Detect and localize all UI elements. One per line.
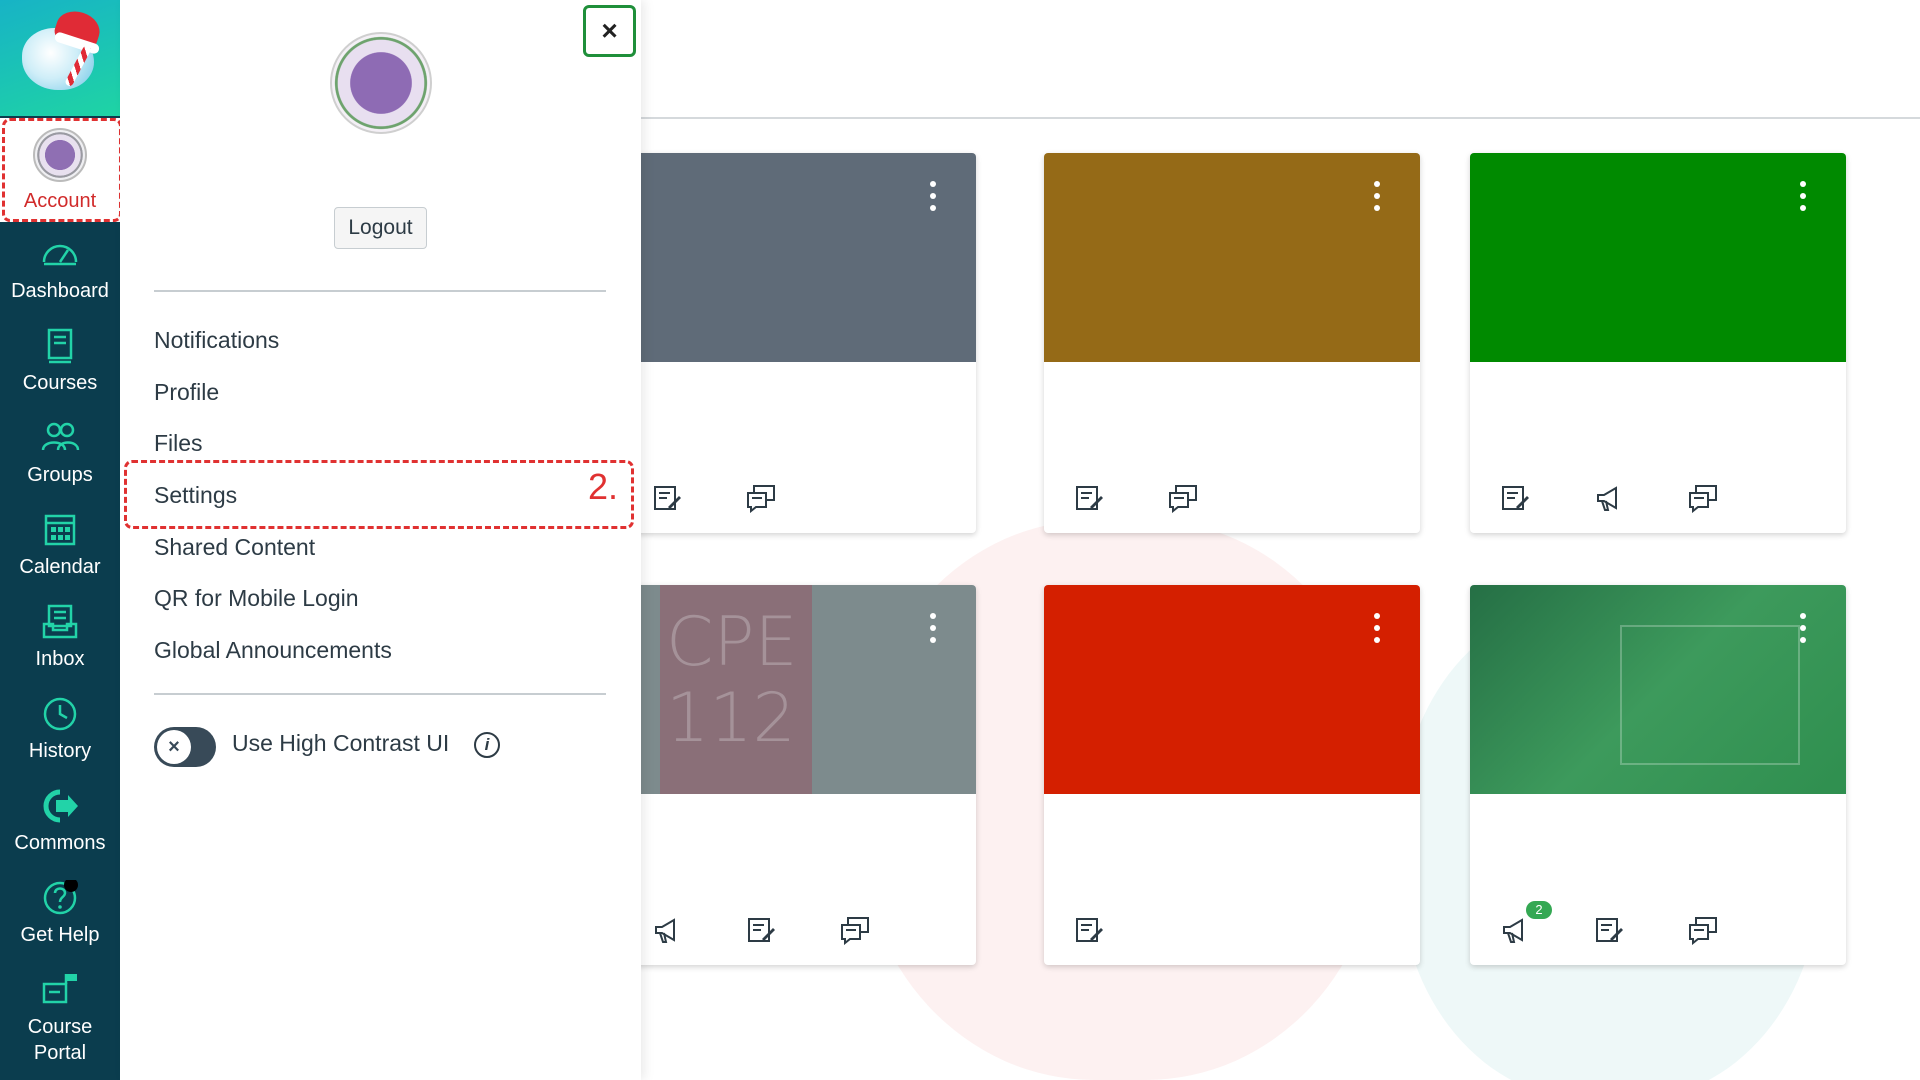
nav-item-dashboard[interactable]: Dashboard: [0, 236, 120, 304]
high-contrast-label[interactable]: Use High Contrast UI: [232, 730, 449, 757]
nav-item-commons[interactable]: Commons: [0, 788, 120, 856]
calendar-icon: [44, 514, 76, 546]
nav-item-label: Calendar: [19, 556, 101, 578]
nav-item-calendar[interactable]: Calendar: [0, 512, 120, 580]
commons-icon: [43, 789, 78, 823]
logout-button[interactable]: Logout: [334, 207, 427, 249]
card-options-icon[interactable]: [1800, 181, 1808, 215]
tray-link-global-announcements[interactable]: Global Announcements: [154, 635, 392, 665]
hero-graphic: [1620, 625, 1800, 765]
course-card[interactable]: [1044, 585, 1420, 965]
assignments-icon[interactable]: [1594, 915, 1624, 945]
card-options-icon[interactable]: [930, 181, 938, 215]
dashboard-icon: [42, 244, 78, 266]
help-icon: [43, 880, 78, 915]
courses-icon: [47, 328, 73, 364]
nav-item-label: Get Help: [20, 924, 100, 946]
account-tray: × Logout Notifications Profile Files Set…: [120, 0, 641, 1080]
nav-item-get-help[interactable]: Get Help: [0, 880, 120, 948]
tray-link-qr-mobile-login[interactable]: QR for Mobile Login: [154, 583, 359, 613]
discussions-icon[interactable]: [1168, 483, 1198, 513]
discussions-icon[interactable]: [840, 915, 870, 945]
assignments-icon[interactable]: [1074, 483, 1104, 513]
card-options-icon[interactable]: [1800, 613, 1808, 647]
nav-item-course-portal[interactable]: Course Portal: [0, 972, 120, 1066]
inbox-icon: [42, 604, 78, 639]
tray-link-notifications[interactable]: Notifications: [154, 325, 279, 355]
annotation-highlight-account: [2, 118, 122, 222]
discussions-icon[interactable]: [1688, 915, 1718, 945]
info-icon[interactable]: i: [474, 732, 500, 758]
nav-item-label: Commons: [14, 832, 106, 854]
course-card[interactable]: CPE 112: [600, 585, 976, 965]
tray-link-shared-content[interactable]: Shared Content: [154, 532, 315, 562]
nav-item-label: History: [28, 740, 92, 762]
card-options-icon[interactable]: [930, 613, 938, 647]
course-card-hero[interactable]: [1470, 153, 1846, 362]
discussions-icon[interactable]: [746, 483, 776, 513]
course-card-hero[interactable]: CPE 112: [600, 585, 976, 794]
nav-item-label: Inbox: [35, 648, 85, 670]
tray-link-files[interactable]: Files: [154, 428, 203, 458]
school-logo[interactable]: [0, 0, 120, 116]
course-card[interactable]: [600, 153, 976, 533]
nav-item-courses[interactable]: Courses: [0, 328, 120, 396]
course-card[interactable]: [1044, 153, 1420, 533]
user-avatar-large: [330, 32, 432, 134]
announcements-icon[interactable]: [1594, 483, 1624, 513]
assignments-icon[interactable]: [652, 483, 682, 513]
course-card-hero[interactable]: [1044, 585, 1420, 794]
annotation-step-2: 2.: [588, 466, 619, 507]
course-card[interactable]: [1470, 153, 1846, 533]
nav-item-label: Groups: [27, 464, 93, 486]
header-divider: [641, 117, 1920, 119]
annotation-highlight-settings: [124, 460, 634, 529]
nav-item-label: Courses: [22, 372, 98, 394]
nav-item-history[interactable]: History: [0, 696, 120, 764]
nav-item-label: Dashboard: [11, 280, 109, 302]
nav-item-label: Course Portal: [27, 1016, 93, 1064]
course-card-hero[interactable]: [1044, 153, 1420, 362]
tray-divider: [154, 290, 606, 292]
course-image: CPE 112: [660, 585, 812, 794]
card-options-icon[interactable]: [1374, 613, 1382, 647]
tray-divider: [154, 693, 606, 695]
nav-item-groups[interactable]: Groups: [0, 420, 120, 488]
announcements-icon[interactable]: [652, 915, 682, 945]
tray-link-profile[interactable]: Profile: [154, 377, 219, 407]
course-card-hero[interactable]: [1470, 585, 1846, 794]
assignments-icon[interactable]: [746, 915, 776, 945]
card-options-icon[interactable]: [1374, 181, 1382, 215]
announcements-icon[interactable]: [1500, 915, 1530, 945]
groups-icon: [41, 422, 80, 451]
nav-item-inbox[interactable]: Inbox: [0, 604, 120, 672]
discussions-icon[interactable]: [1688, 483, 1718, 513]
course-card[interactable]: 2: [1470, 585, 1846, 965]
toggle-knob: ×: [157, 730, 191, 764]
course-portal-icon: [42, 974, 77, 1004]
high-contrast-toggle[interactable]: ×: [154, 727, 216, 767]
course-card-hero[interactable]: [600, 153, 976, 362]
close-tray-button[interactable]: ×: [583, 5, 636, 57]
clock-icon: [43, 697, 77, 731]
unread-count-badge: 2: [1526, 901, 1552, 919]
course-image-text: CPE 112: [666, 603, 798, 758]
assignments-icon[interactable]: [1074, 915, 1104, 945]
assignments-icon[interactable]: [1500, 483, 1530, 513]
